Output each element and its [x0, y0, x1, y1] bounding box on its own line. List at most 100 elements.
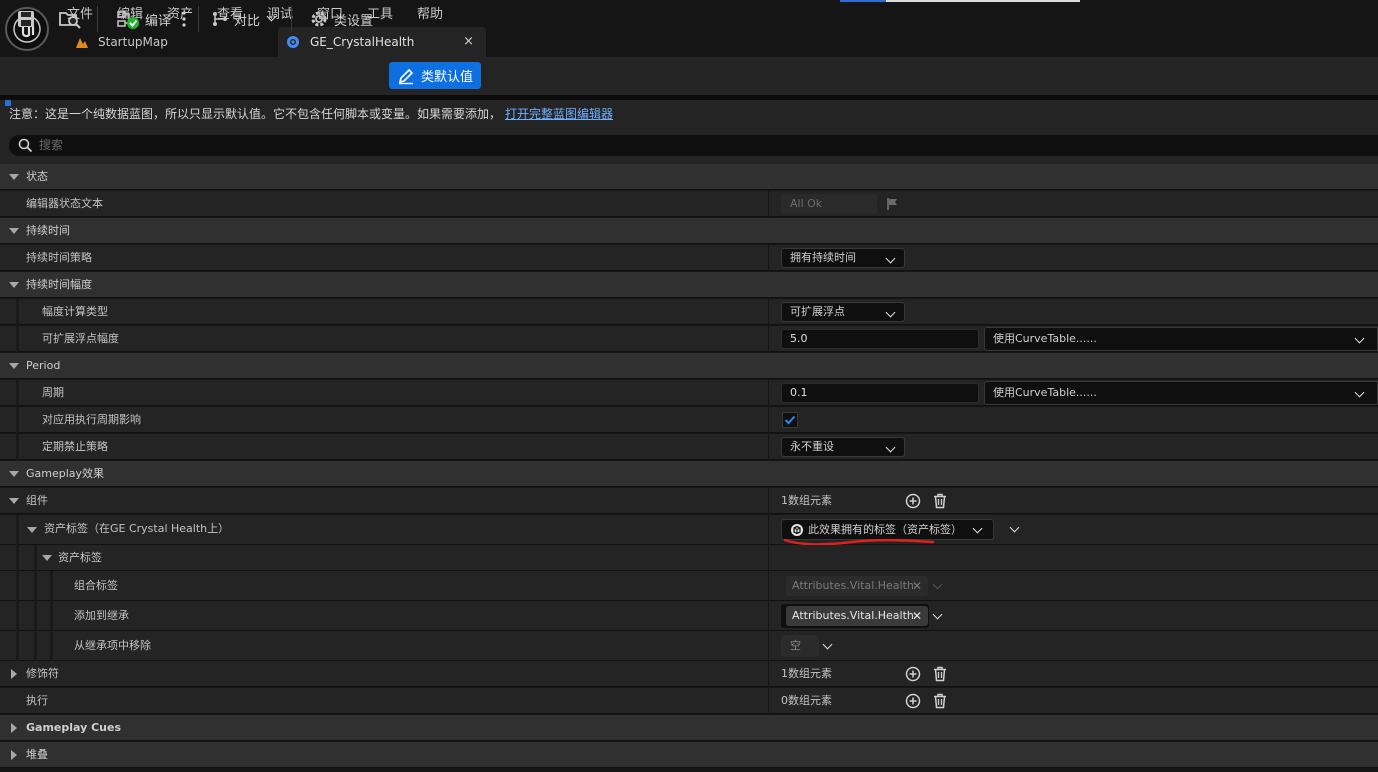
category-period[interactable]: Period — [0, 353, 1378, 379]
expand-arrow-icon[interactable] — [9, 471, 19, 477]
save-button[interactable] — [16, 6, 36, 32]
chevron-down-icon — [1354, 333, 1365, 344]
property-label: 定期禁止策略 — [42, 440, 108, 453]
inhibition-policy-dropdown[interactable]: 永不重设 — [781, 437, 905, 457]
property-label: 对应用执行周期影响 — [42, 413, 141, 426]
chevron-down-icon — [972, 523, 983, 534]
search-placeholder: 搜索 — [39, 138, 64, 152]
collapse-arrow-icon[interactable] — [11, 750, 17, 760]
search-icon — [18, 138, 33, 153]
category-stacking[interactable]: 堆叠 — [0, 742, 1378, 768]
curve-table-dropdown[interactable]: 使用CurveTable...... — [984, 381, 1378, 405]
period-input[interactable]: 0.1 — [781, 383, 979, 403]
property-label: 资产标签（在GE Crystal Health上） — [44, 522, 230, 535]
property-label: 执行 — [26, 694, 48, 707]
class-defaults-label: 类默认值 — [420, 70, 473, 85]
dropdown-value: 此效果拥有的标签（资产标签） — [808, 523, 962, 536]
remove-tag-icon: ✕ — [911, 579, 922, 593]
dropdown-value: 可扩展浮点 — [790, 305, 845, 318]
notice-accent-mark — [5, 100, 11, 106]
property-row-execute-on-apply: 对应用执行周期影响 — [0, 407, 1378, 433]
execute-on-apply-checkbox[interactable] — [782, 412, 798, 428]
expand-arrow-icon[interactable] — [9, 174, 19, 180]
window-accent-strip — [840, 0, 1080, 2]
tab-close-icon[interactable]: × — [463, 34, 474, 49]
gear-icon — [311, 11, 327, 27]
compile-options-button[interactable] — [181, 6, 187, 32]
property-row-asset-tags: 资产标签 — [0, 545, 1378, 571]
property-label: 资产标签 — [58, 551, 102, 564]
expand-arrow-icon[interactable] — [27, 527, 37, 533]
open-full-editor-link[interactable]: 打开完整蓝图编辑器 — [505, 105, 613, 122]
tag-label: Attributes.Vital.Health — [792, 579, 914, 592]
chevron-down-icon[interactable] — [932, 609, 943, 620]
add-element-icon[interactable] — [905, 693, 921, 709]
flag-icon[interactable] — [885, 197, 899, 211]
chevron-down-icon — [932, 579, 943, 590]
browse-asset-button[interactable] — [59, 6, 81, 32]
add-element-icon[interactable] — [905, 493, 921, 509]
property-label: 组合标签 — [74, 579, 118, 592]
chevron-down-icon[interactable] — [822, 639, 833, 650]
property-label: 幅度计算类型 — [42, 305, 108, 318]
toolbar-separator — [198, 6, 199, 32]
trash-icon[interactable] — [932, 493, 948, 509]
checkmark-icon — [784, 415, 796, 425]
category-label: 状态 — [26, 170, 48, 183]
trash-icon[interactable] — [932, 693, 948, 709]
toolbar-separator — [291, 6, 292, 32]
property-label: 添加到继承 — [74, 609, 129, 622]
remove-tag-icon[interactable]: ✕ — [912, 606, 922, 626]
class-defaults-button[interactable]: 类默认值 — [389, 62, 481, 89]
property-label: 可扩展浮点幅度 — [42, 332, 119, 345]
category-duration[interactable]: 持续时间 — [0, 218, 1378, 244]
tab-ge-label: GE_CrystalHealth — [310, 35, 415, 49]
search-input[interactable] — [9, 135, 1378, 156]
duration-policy-dropdown[interactable]: 拥有持续时间 — [781, 248, 905, 268]
expand-arrow-icon[interactable] — [42, 555, 52, 561]
expand-arrow-icon[interactable] — [9, 498, 19, 504]
toolbar — [0, 57, 1378, 95]
expand-arrow-icon[interactable] — [9, 228, 19, 234]
diff-button[interactable]: 对比 — [211, 6, 277, 32]
category-duration-magnitude[interactable]: 持续时间幅度 — [0, 272, 1378, 298]
folder-search-icon — [59, 12, 81, 29]
property-row-remove-inherited: 从继承项中移除 空 — [0, 631, 1378, 661]
collapse-arrow-icon[interactable] — [11, 669, 17, 679]
property-row-inhibition-policy: 定期禁止策略 永不重设 — [0, 434, 1378, 460]
array-count: 0数组元素 — [781, 694, 832, 707]
category-gameplay-cues[interactable]: Gameplay Cues — [0, 715, 1378, 741]
chevron-down-icon — [885, 307, 896, 318]
property-row-combined-tags: 组合标签 Attributes.Vital.Health ✕ — [0, 571, 1378, 601]
blueprint-icon — [287, 36, 299, 48]
expand-arrow-icon[interactable] — [9, 363, 19, 369]
compile-label: 编译 — [145, 13, 172, 29]
dropdown-value: 永不重设 — [790, 440, 834, 453]
tag-label: Attributes.Vital.Health — [792, 609, 914, 622]
curve-table-dropdown[interactable]: 使用CurveTable...... — [984, 327, 1378, 351]
dropdown-value: 拥有持续时间 — [790, 251, 856, 264]
array-count: 1数组元素 — [781, 667, 832, 680]
calc-type-dropdown[interactable]: 可扩展浮点 — [781, 302, 905, 322]
tag-chip[interactable]: Attributes.Vital.Health ✕ — [786, 606, 928, 626]
compile-button[interactable]: 编译 — [117, 6, 171, 32]
category-status[interactable]: 状态 — [0, 164, 1378, 190]
chevron-down-icon — [1354, 387, 1365, 398]
menu-help[interactable]: 帮助 — [417, 3, 443, 22]
chevron-down-icon[interactable] — [1009, 522, 1020, 533]
scalable-float-input[interactable]: 5.0 — [781, 329, 979, 349]
property-label: 持续时间策略 — [26, 251, 92, 264]
collapse-arrow-icon[interactable] — [11, 723, 17, 733]
property-row-add-inherited: 添加到继承 Attributes.Vital.Health ✕ — [0, 601, 1378, 631]
class-settings-label: 类设置 — [334, 13, 374, 29]
chevron-down-icon — [885, 442, 896, 453]
add-element-icon[interactable] — [905, 666, 921, 682]
category-gameplay-effect[interactable]: Gameplay效果 — [0, 461, 1378, 487]
class-settings-button[interactable]: 类设置 — [310, 6, 373, 32]
notice-text: 注意：这是一个纯数据蓝图，所以只显示默认值。它不包含任何脚本或变量。如果需要添加… — [9, 106, 502, 121]
property-label: 修饰符 — [26, 667, 59, 680]
expand-arrow-icon[interactable] — [9, 282, 19, 288]
trash-icon[interactable] — [932, 666, 948, 682]
property-row-calc-type: 幅度计算类型 可扩展浮点 — [0, 299, 1378, 325]
diff-icon — [213, 12, 227, 26]
